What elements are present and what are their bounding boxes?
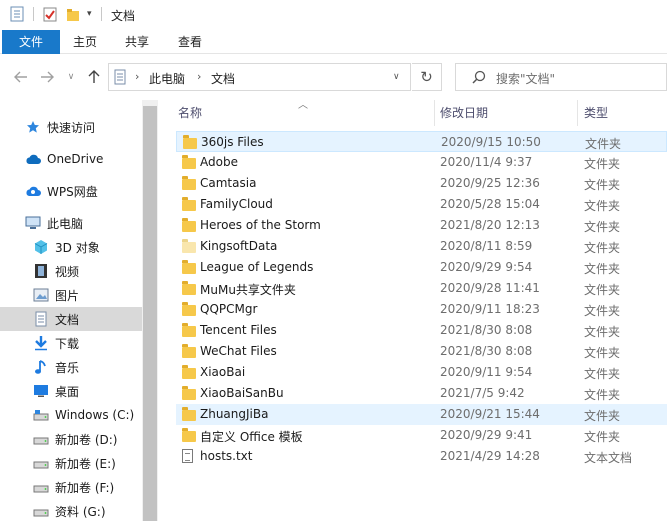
sidebar-item-wps-drive[interactable]: WPS网盘: [0, 179, 142, 203]
address-bar[interactable]: › 此电脑 › 文档 ∨: [108, 63, 411, 91]
folder-icon: [182, 407, 196, 421]
table-row[interactable]: Heroes of the Storm 2021/8/20 12:13 文件夹: [176, 215, 667, 236]
sidebar-item-drive-d[interactable]: 新加卷 (D:): [0, 427, 142, 451]
column-header-name[interactable]: 名称: [178, 100, 202, 126]
search-box[interactable]: 搜索"文档": [455, 63, 667, 91]
sidebar-item-drive-g[interactable]: 资料 (G:): [0, 499, 142, 521]
table-row[interactable]: XiaoBai 2020/9/11 9:54 文件夹: [176, 362, 667, 383]
table-row[interactable]: MuMu共享文件夹 2020/9/28 11:41 文件夹: [176, 278, 667, 299]
navigation-pane-scroll-thumb[interactable]: [143, 106, 157, 521]
folder-icon: [182, 260, 196, 274]
desktop-icon: [33, 383, 49, 399]
document-icon: [33, 311, 49, 327]
cube-icon: [33, 239, 49, 255]
sidebar-item-pictures[interactable]: 图片: [0, 283, 142, 307]
column-header-type[interactable]: 类型: [584, 100, 608, 126]
sidebar-item-drive-c[interactable]: Windows (C:): [0, 403, 142, 427]
search-icon: [472, 70, 486, 87]
drive-icon: [33, 479, 49, 495]
cloud-icon: [25, 151, 41, 167]
sidebar-item-videos[interactable]: 视频: [0, 259, 142, 283]
folder-icon: [183, 135, 197, 149]
table-row[interactable]: 360js Files 2020/9/15 10:50 文件夹: [176, 131, 667, 152]
film-icon: [33, 263, 49, 279]
download-icon: [33, 335, 49, 351]
forward-arrow-icon[interactable]: [36, 66, 58, 88]
breadcrumb-this-pc[interactable]: 此电脑: [149, 70, 185, 87]
music-icon: [33, 359, 49, 375]
tab-home[interactable]: 主页: [66, 30, 104, 54]
tab-view[interactable]: 查看: [171, 30, 209, 54]
table-row[interactable]: Tencent Files 2021/8/30 8:08 文件夹: [176, 320, 667, 341]
folder-icon: [182, 218, 196, 232]
table-row[interactable]: QQPCMgr 2020/9/11 18:23 文件夹: [176, 299, 667, 320]
table-row[interactable]: XiaoBaiSanBu 2021/7/5 9:42 文件夹: [176, 383, 667, 404]
back-arrow-icon[interactable]: [10, 66, 32, 88]
table-row[interactable]: FamilyCloud 2020/5/28 15:04 文件夹: [176, 194, 667, 215]
folder-icon: [182, 344, 196, 358]
table-row[interactable]: Adobe 2020/11/4 9:37 文件夹: [176, 152, 667, 173]
navigation-pane: 快速访问 OneDrive WPS网盘 此电脑 3D 对象 视频 图片 文档 下…: [0, 100, 158, 521]
drive-icon: [33, 431, 49, 447]
new-folder-icon[interactable]: [66, 6, 80, 22]
table-row[interactable]: Camtasia 2020/9/25 12:36 文件夹: [176, 173, 667, 194]
chevron-right-icon[interactable]: ›: [135, 70, 139, 83]
title-bar: ▾ 文档: [0, 0, 667, 30]
sidebar-item-desktop[interactable]: 桌面: [0, 379, 142, 403]
documents-icon: [114, 69, 126, 88]
address-dropdown-icon[interactable]: ∨: [393, 72, 400, 82]
tab-share[interactable]: 共享: [118, 30, 156, 54]
sidebar-item-onedrive[interactable]: OneDrive: [0, 147, 142, 171]
table-row[interactable]: WeChat Files 2021/8/30 8:08 文件夹: [176, 341, 667, 362]
computer-icon: [25, 215, 41, 231]
properties-icon[interactable]: [10, 6, 24, 22]
ribbon-tabs: 文件 主页 共享 查看: [0, 30, 667, 54]
window-title: 文档: [111, 9, 136, 23]
table-row[interactable]: hosts.txt 2021/4/29 14:28 文本文档: [176, 446, 667, 467]
file-list: ︿ 名称 修改日期 类型 360js Files 2020/9/15 10:50…: [158, 100, 667, 521]
folder-icon: [182, 155, 196, 169]
search-placeholder: 搜索"文档": [496, 72, 556, 86]
tab-file[interactable]: 文件: [2, 30, 60, 54]
sidebar-item-downloads[interactable]: 下载: [0, 331, 142, 355]
sidebar-item-music[interactable]: 音乐: [0, 355, 142, 379]
folder-icon: [182, 386, 196, 400]
cloud-icon: [25, 183, 41, 199]
folder-icon: [182, 176, 196, 190]
folder-icon: [182, 323, 196, 337]
folder-icon: [182, 365, 196, 379]
folder-icon: [182, 428, 196, 442]
breadcrumb-documents[interactable]: 文档: [211, 70, 235, 87]
sidebar-item-drive-f[interactable]: 新加卷 (F:): [0, 475, 142, 499]
picture-icon: [33, 287, 49, 303]
sidebar-item-drive-e[interactable]: 新加卷 (E:): [0, 451, 142, 475]
navigation-bar: ∨ › 此电脑 › 文档 ∨ ↻ 搜索"文档": [0, 54, 667, 100]
folder-icon: [182, 197, 196, 211]
drive-icon: [33, 503, 49, 519]
table-row[interactable]: ZhuangJiBa 2020/9/21 15:44 文件夹: [176, 404, 667, 425]
table-row[interactable]: KingsoftData 2020/8/11 8:59 文件夹: [176, 236, 667, 257]
folder-icon: [182, 281, 196, 295]
recent-locations-chevron-icon[interactable]: ∨: [60, 66, 82, 88]
column-header-date-modified[interactable]: 修改日期: [440, 100, 488, 126]
text-file-icon: [182, 449, 196, 463]
star-icon: [25, 119, 41, 135]
sidebar-item-quick-access[interactable]: 快速访问: [0, 115, 142, 139]
drive-icon: [33, 407, 49, 423]
sidebar-item-documents[interactable]: 文档: [0, 307, 142, 331]
table-row[interactable]: 自定义 Office 模板 2020/9/29 9:41 文件夹: [176, 425, 667, 446]
refresh-icon[interactable]: ↻: [412, 63, 442, 91]
sort-ascending-icon: ︿: [298, 100, 308, 111]
sidebar-item-this-pc[interactable]: 此电脑: [0, 211, 142, 235]
table-row[interactable]: League of Legends 2020/9/29 9:54 文件夹: [176, 257, 667, 278]
sidebar-item-3d-objects[interactable]: 3D 对象: [0, 235, 142, 259]
folder-icon: [182, 239, 196, 253]
drive-icon: [33, 455, 49, 471]
chevron-right-icon[interactable]: ›: [197, 70, 201, 83]
up-arrow-icon[interactable]: [83, 66, 105, 88]
folder-icon: [182, 302, 196, 316]
check-icon[interactable]: [43, 6, 57, 22]
chevron-down-icon[interactable]: ▾: [87, 6, 92, 22]
